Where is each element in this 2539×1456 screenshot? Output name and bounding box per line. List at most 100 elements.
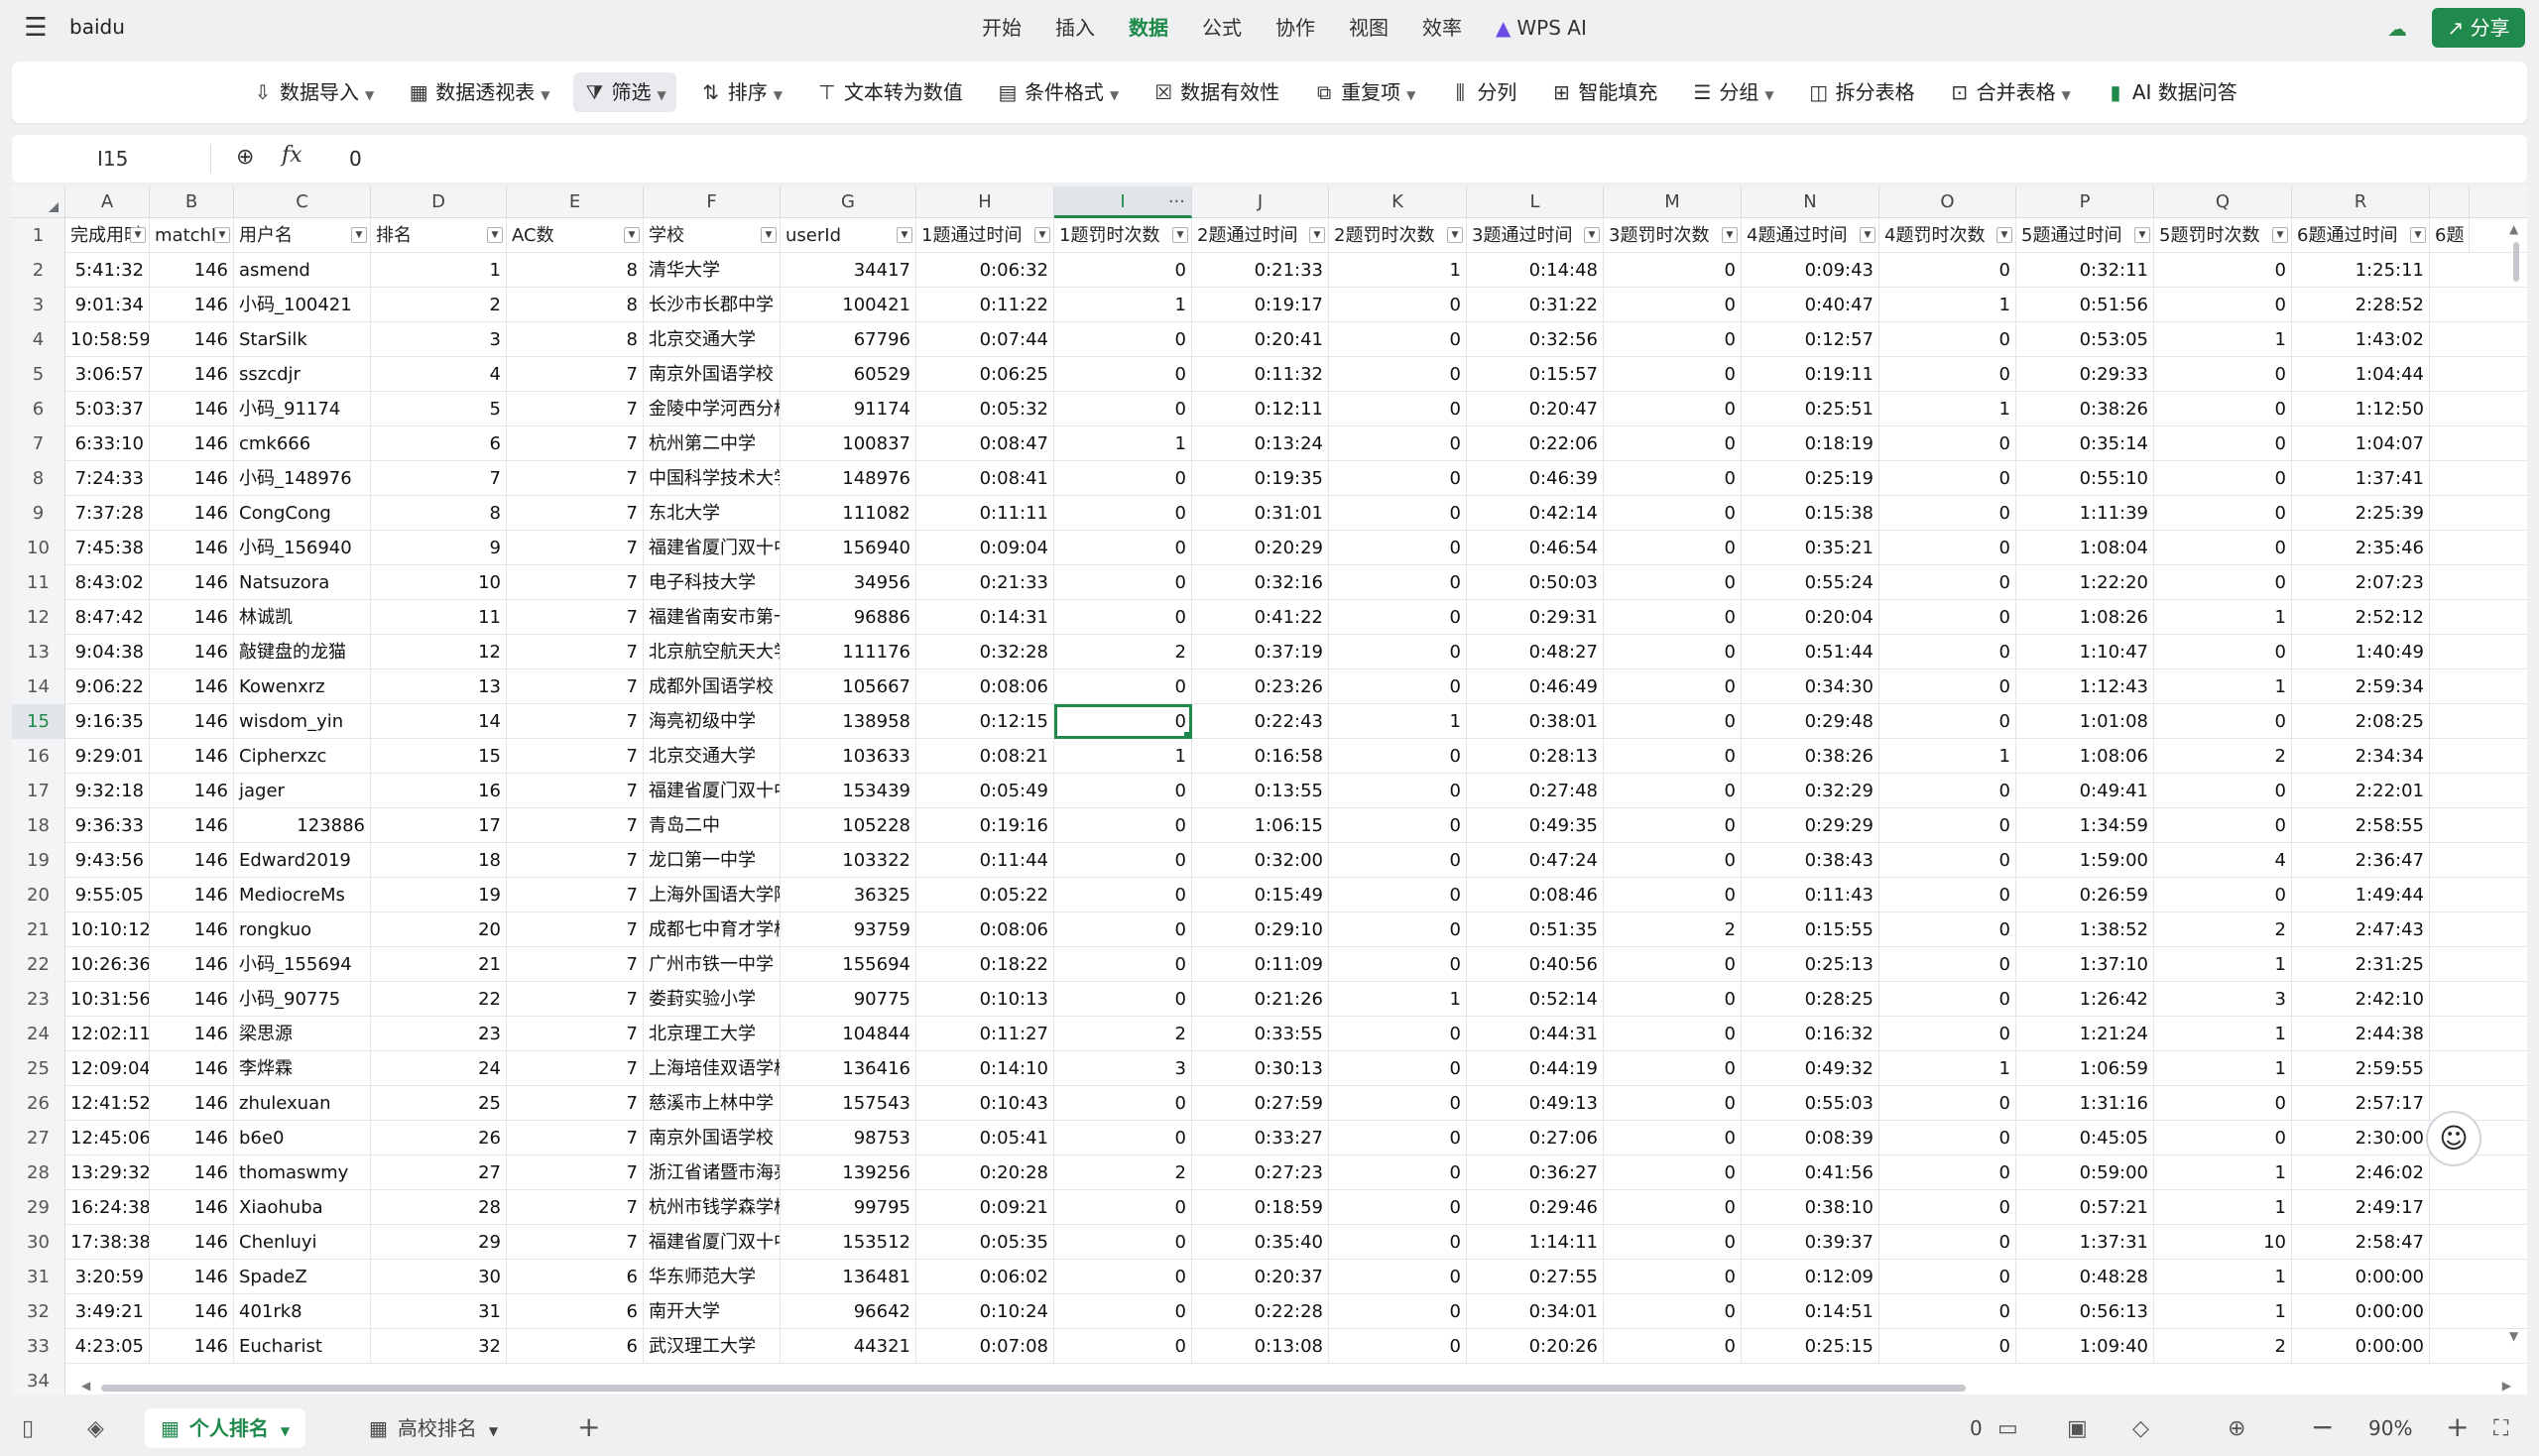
cell[interactable]: 0:33:55: [1192, 1017, 1329, 1051]
cell[interactable]: rongkuo: [234, 912, 371, 947]
cell[interactable]: 0:34:01: [1467, 1294, 1604, 1329]
cell[interactable]: 0: [2154, 531, 2292, 565]
cell[interactable]: 0: [1054, 878, 1192, 912]
scroll-left-icon[interactable]: ◀: [81, 1379, 90, 1393]
cell[interactable]: 99795: [781, 1190, 916, 1225]
cell[interactable]: 1:59:00: [2016, 843, 2154, 878]
cell[interactable]: 25: [371, 1086, 507, 1121]
cell[interactable]: 7:45:38: [65, 531, 150, 565]
cell[interactable]: 0:25:51: [1742, 392, 1879, 426]
cell[interactable]: 1: [2154, 1017, 2292, 1051]
cell[interactable]: 9:06:22: [65, 669, 150, 704]
row-number[interactable]: 26: [12, 1086, 65, 1121]
column-header-D[interactable]: D: [371, 186, 507, 218]
cell[interactable]: 153439: [781, 774, 916, 808]
cell[interactable]: 0:29:48: [1742, 704, 1879, 739]
cell[interactable]: 北京航空航天大学: [644, 635, 781, 669]
cell[interactable]: 155694: [781, 947, 916, 982]
cell[interactable]: 0:32:56: [1467, 322, 1604, 357]
cell[interactable]: 0:59:00: [2016, 1155, 2154, 1190]
cell[interactable]: 海亮初级中学: [644, 704, 781, 739]
cell[interactable]: 16:24:38: [65, 1190, 150, 1225]
cell[interactable]: 0:35:21: [1742, 531, 1879, 565]
cell[interactable]: 0: [1604, 1190, 1742, 1225]
cell[interactable]: 1: [1879, 288, 2016, 322]
cell[interactable]: 0: [1329, 1155, 1467, 1190]
cell[interactable]: 7: [507, 1121, 644, 1155]
cell[interactable]: 10: [2154, 1225, 2292, 1260]
cell[interactable]: 0:05:32: [916, 392, 1054, 426]
cell[interactable]: 娄葑实验小学: [644, 982, 781, 1017]
cell[interactable]: 0: [1604, 808, 1742, 843]
cell[interactable]: 0:51:35: [1467, 912, 1604, 947]
cell[interactable]: 0: [1329, 669, 1467, 704]
cell[interactable]: 0:38:26: [2016, 392, 2154, 426]
cell[interactable]: 0: [1604, 947, 1742, 982]
cell[interactable]: 1:21:24: [2016, 1017, 2154, 1051]
cell[interactable]: 139256: [781, 1155, 916, 1190]
cell[interactable]: 0:27:06: [1467, 1121, 1604, 1155]
cell[interactable]: 146: [150, 322, 234, 357]
cell[interactable]: 0: [1879, 1017, 2016, 1051]
cell[interactable]: 0:06:02: [916, 1260, 1054, 1294]
cell[interactable]: 2: [1054, 1017, 1192, 1051]
cell[interactable]: 0: [1329, 288, 1467, 322]
cell[interactable]: 0:29:33: [2016, 357, 2154, 392]
cell[interactable]: 6: [507, 1329, 644, 1364]
cell[interactable]: 6: [371, 426, 507, 461]
cell[interactable]: 0:47:24: [1467, 843, 1604, 878]
cell[interactable]: 156940: [781, 531, 916, 565]
cell[interactable]: 7: [507, 982, 644, 1017]
column-header-J[interactable]: J: [1192, 186, 1329, 218]
cell[interactable]: 0:21:33: [916, 565, 1054, 600]
cell[interactable]: 南开大学: [644, 1294, 781, 1329]
cell[interactable]: 103633: [781, 739, 916, 774]
cell[interactable]: 0:20:29: [1192, 531, 1329, 565]
cell[interactable]: 13:29:32: [65, 1155, 150, 1190]
cell[interactable]: 0:15:38: [1742, 496, 1879, 531]
cell[interactable]: 0:46:39: [1467, 461, 1604, 496]
cell[interactable]: 0:19:35: [1192, 461, 1329, 496]
cell[interactable]: 0:21:26: [1192, 982, 1329, 1017]
cell[interactable]: 2:59:34: [2292, 669, 2430, 704]
cell[interactable]: 小码_90775: [234, 982, 371, 1017]
cell[interactable]: asmend: [234, 253, 371, 288]
cell[interactable]: 杭州市钱学森学校: [644, 1190, 781, 1225]
cell[interactable]: 111176: [781, 635, 916, 669]
cell[interactable]: 34956: [781, 565, 916, 600]
cell[interactable]: 0:49:35: [1467, 808, 1604, 843]
cell[interactable]: 0:05:22: [916, 878, 1054, 912]
chevron-down-icon[interactable]: ▼: [1764, 88, 1773, 102]
ribbon-button-11[interactable]: ◫ 拆分表格: [1798, 72, 1925, 112]
cell[interactable]: 0: [1329, 808, 1467, 843]
cell[interactable]: 1:31:16: [2016, 1086, 2154, 1121]
cell[interactable]: 7: [507, 912, 644, 947]
cell[interactable]: 2:49:17: [2292, 1190, 2430, 1225]
cell[interactable]: 0: [1329, 392, 1467, 426]
cell[interactable]: 0: [1329, 739, 1467, 774]
cell[interactable]: 1: [2154, 600, 2292, 635]
cell[interactable]: 0: [1329, 426, 1467, 461]
header-cell[interactable]: userId ▼: [781, 218, 916, 253]
cell[interactable]: 1: [2154, 1051, 2292, 1086]
cell[interactable]: 0:26:59: [2016, 878, 2154, 912]
cell[interactable]: 0:31:22: [1467, 288, 1604, 322]
ribbon-button-6[interactable]: ☒ 数据有效性: [1143, 72, 1289, 112]
cell[interactable]: 0: [1879, 1190, 2016, 1225]
cell[interactable]: 1:09:40: [2016, 1329, 2154, 1364]
tab-5[interactable]: 视图: [1349, 10, 1389, 46]
cell[interactable]: 2:08:25: [2292, 704, 2430, 739]
cell[interactable]: MediocreMs: [234, 878, 371, 912]
cell[interactable]: 146: [150, 669, 234, 704]
cell[interactable]: 0:05:49: [916, 774, 1054, 808]
ribbon-button-2[interactable]: ⧩ 筛选 ▼: [573, 72, 676, 112]
cell[interactable]: 0: [1054, 947, 1192, 982]
chevron-down-icon[interactable]: ▼: [541, 88, 549, 102]
cell[interactable]: 1:38:52: [2016, 912, 2154, 947]
cell[interactable]: 2:22:01: [2292, 774, 2430, 808]
cell[interactable]: 1: [2154, 1155, 2292, 1190]
ribbon-button-10[interactable]: ☰ 分组 ▼: [1681, 72, 1783, 112]
cell[interactable]: 0:27:55: [1467, 1260, 1604, 1294]
cell[interactable]: 0: [1329, 878, 1467, 912]
cell[interactable]: 0:08:06: [916, 912, 1054, 947]
